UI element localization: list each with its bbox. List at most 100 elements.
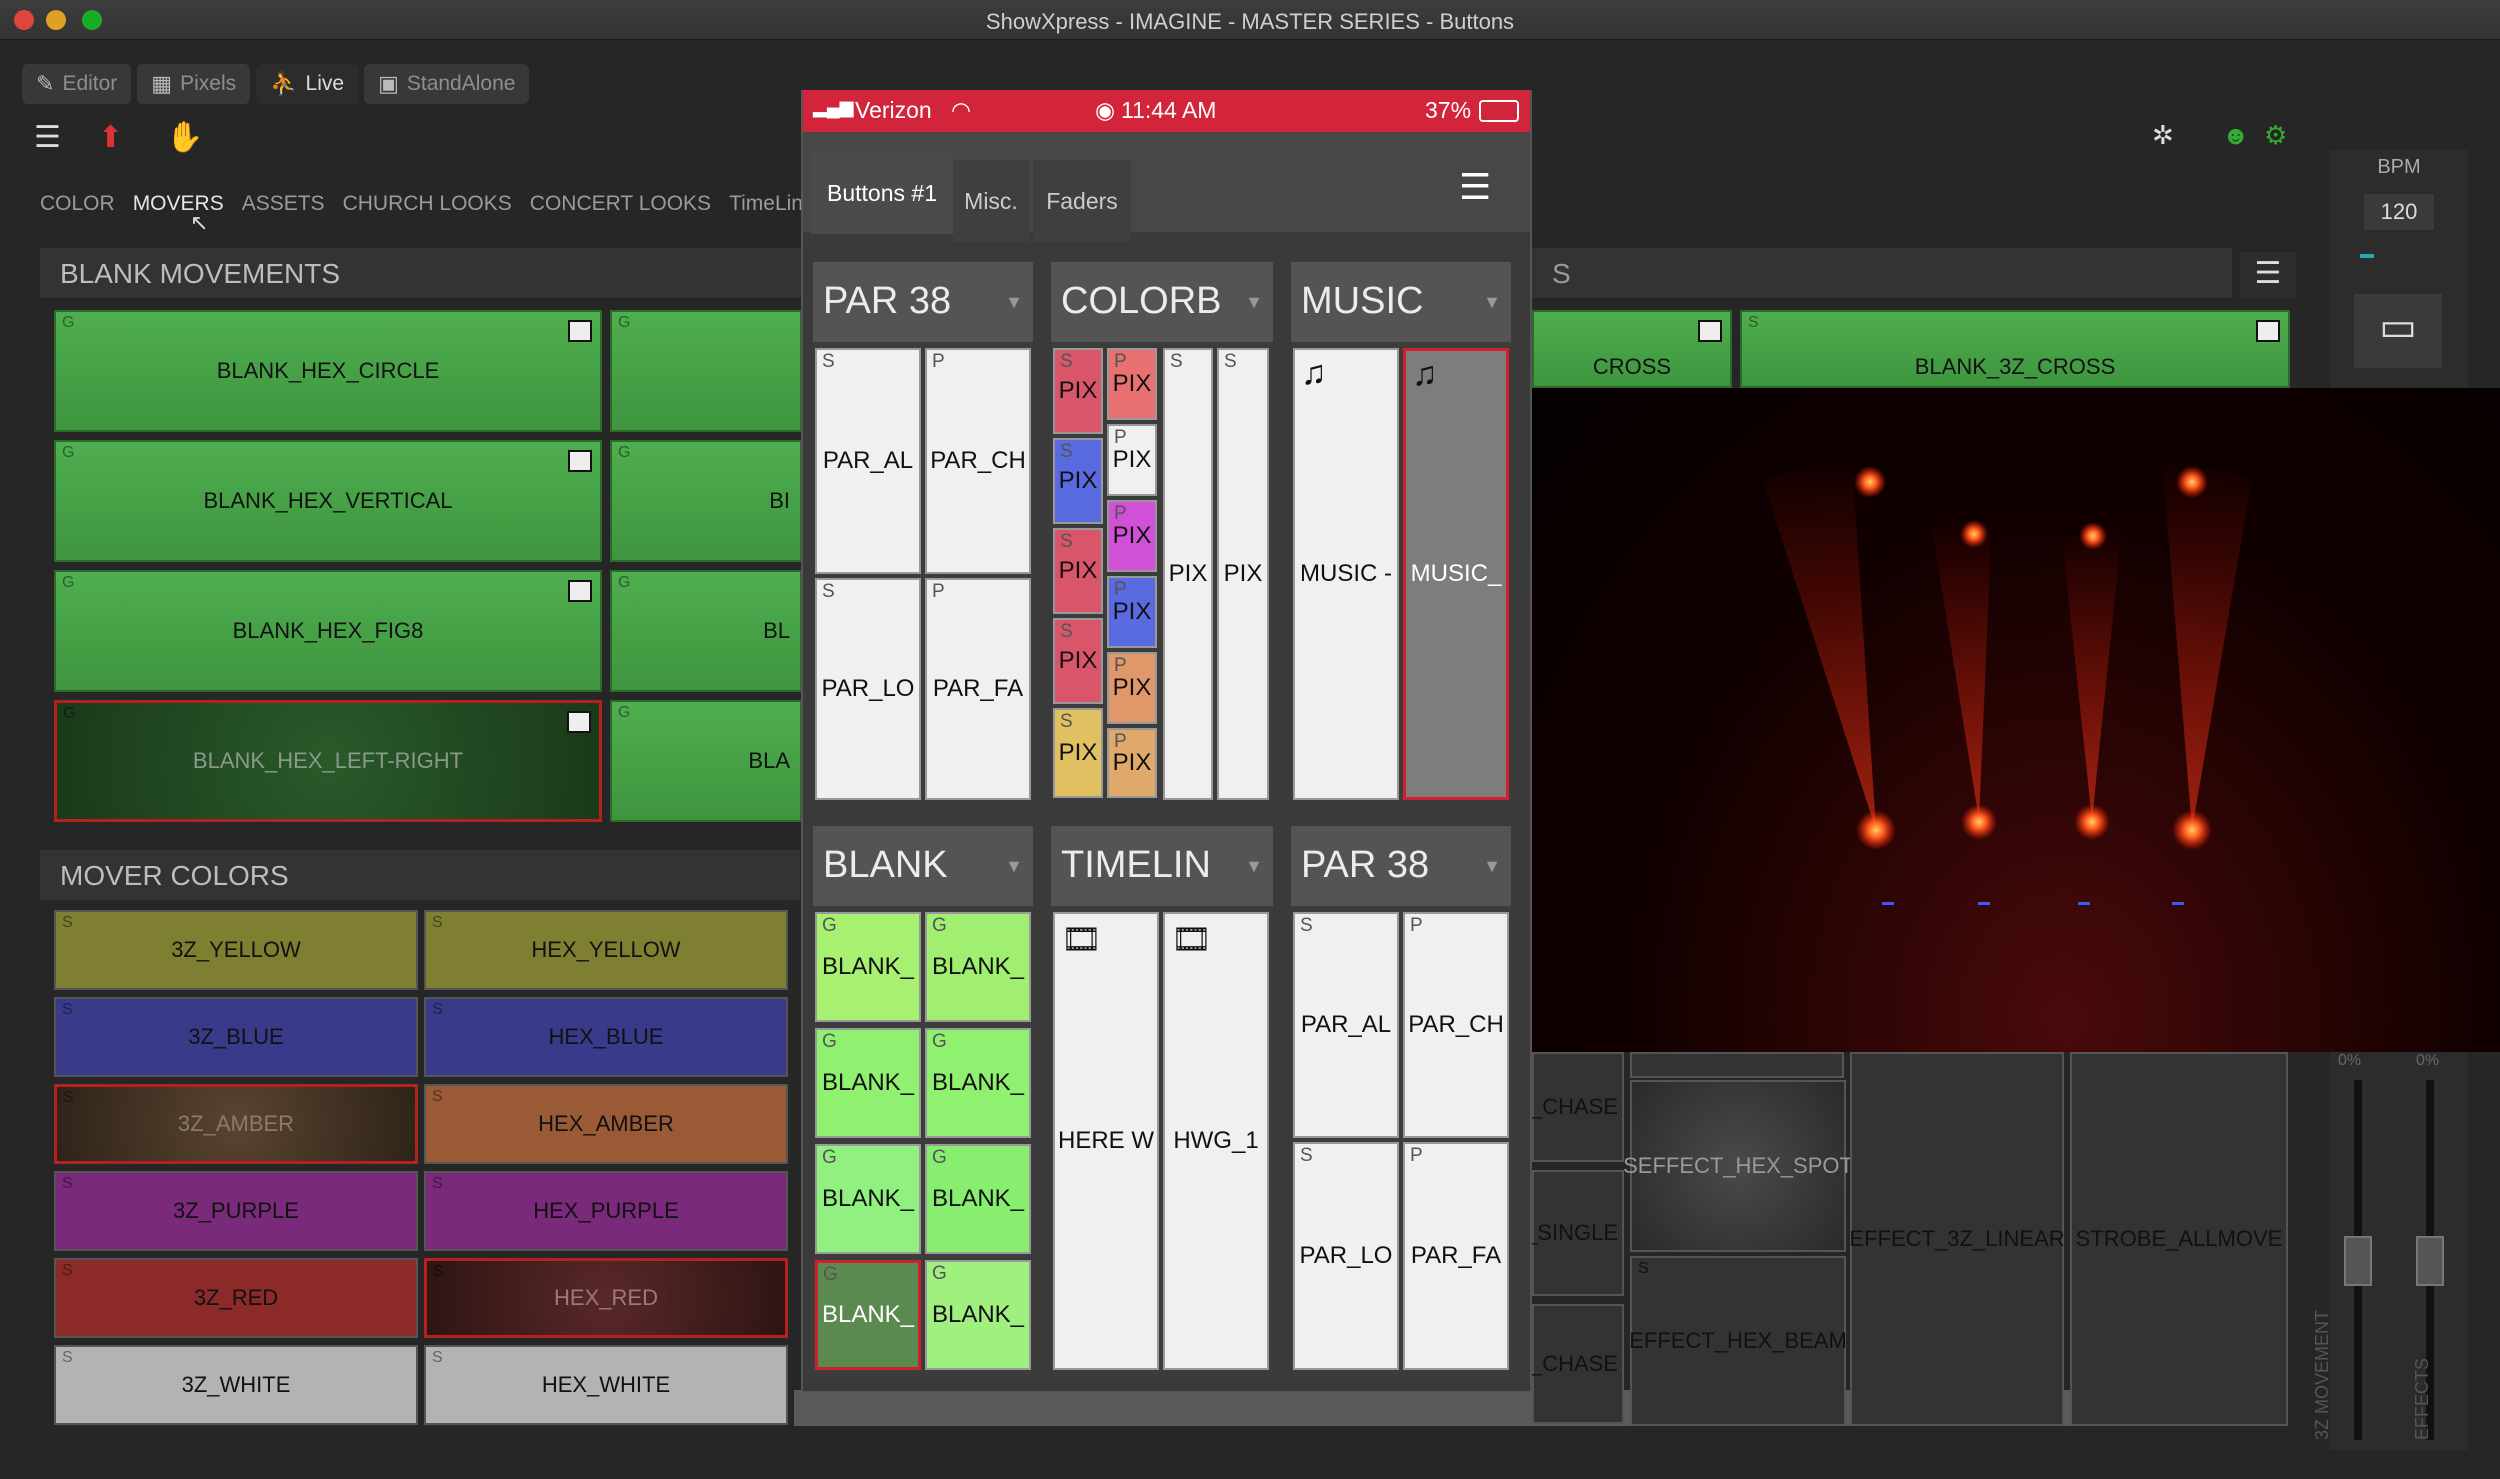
tab-movers[interactable]: MOVERS [133, 192, 224, 216]
effects-fader[interactable] [2416, 1236, 2444, 1286]
export-icon[interactable]: ⬆ [98, 120, 123, 155]
phone-button[interactable]: S PIX [1053, 618, 1103, 704]
checkbox-icon[interactable] [2256, 320, 2280, 342]
chevron-down-icon[interactable]: ▼ [1245, 856, 1263, 877]
color-button[interactable]: S 3Z_PURPLE [54, 1171, 418, 1251]
phone-button[interactable]: P PIX [1107, 728, 1157, 798]
phone-button[interactable]: S PAR_LO [1293, 1142, 1399, 1370]
scene-button[interactable]: G [610, 310, 802, 432]
mode-standalone[interactable]: ▣ StandAlone [364, 64, 530, 104]
menu-icon[interactable]: ☰ [2240, 252, 2296, 298]
effect-button[interactable]: S EFFECT_HEX_BEAM [1629, 1256, 1847, 1426]
phone-button[interactable]: 🎞 HWG_1 [1163, 912, 1269, 1370]
phone-button[interactable]: P PAR_FA [925, 578, 1031, 800]
phone-button[interactable]: ♫ MUSIC - [1293, 348, 1399, 800]
phone-button[interactable]: G BLANK_ [925, 912, 1031, 1022]
phone-button[interactable]: ♫ MUSIC_ [1403, 348, 1509, 800]
status-icon[interactable]: ☻ [2222, 120, 2249, 151]
scene-button[interactable]: G BLA [610, 700, 802, 822]
effect-button[interactable] [1630, 1052, 1844, 1078]
scene-button[interactable]: CROSS [1532, 310, 1732, 388]
chevron-down-icon[interactable]: ▼ [1005, 292, 1023, 313]
checkbox-icon[interactable] [1698, 320, 1722, 342]
chevron-down-icon[interactable]: ▼ [1483, 292, 1501, 313]
tab-color[interactable]: COLOR [40, 192, 115, 216]
scene-button[interactable]: G BLANK_HEX_FIG8 [54, 570, 602, 692]
color-button[interactable]: S HEX_WHITE [424, 1345, 788, 1425]
tab-buttons-1[interactable]: Buttons #1 [811, 152, 953, 234]
phone-button[interactable]: S PIX [1217, 348, 1269, 800]
color-button[interactable]: S 3Z_BLUE [54, 997, 418, 1077]
phone-button[interactable]: 🎞 HERE W [1053, 912, 1159, 1370]
checkbox-icon[interactable] [568, 320, 592, 342]
status-icon[interactable]: ⚙ [2264, 120, 2287, 151]
tab-faders[interactable]: Faders [1033, 160, 1131, 242]
menu-icon[interactable]: ☰ [34, 120, 61, 155]
mode-editor[interactable]: ✎ Editor [22, 64, 132, 104]
phone-button[interactable]: S PIX [1053, 348, 1103, 434]
chevron-down-icon[interactable]: ▼ [1005, 856, 1023, 877]
effect-button[interactable]: _CHASE [1530, 1304, 1624, 1424]
scene-button[interactable]: G BLANK_HEX_VERTICAL [54, 440, 602, 562]
scene-button[interactable]: S BLANK_3Z_CROSS [1740, 310, 2290, 388]
effect-button[interactable]: EFFECT_3Z_LINEAR [1849, 1052, 2065, 1426]
mode-pixels[interactable]: ▦ Pixels [137, 64, 251, 104]
phone-button[interactable]: G BLANK_ [925, 1260, 1031, 1370]
phone-button[interactable]: G BLANK_ [815, 1144, 921, 1254]
effect-button[interactable]: STROBE_ALLMOVE [2070, 1052, 2288, 1426]
effect-button[interactable]: _CHASE [1530, 1052, 1624, 1162]
phone-button[interactable]: P PAR_CH [1403, 912, 1509, 1138]
phone-button[interactable]: P PIX [1107, 652, 1157, 724]
phone-button[interactable]: G BLANK_ [925, 1028, 1031, 1138]
color-button[interactable]: S HEX_PURPLE [424, 1171, 788, 1251]
scene-button[interactable]: G BLANK_HEX_CIRCLE [54, 310, 602, 432]
color-button[interactable]: S 3Z_YELLOW [54, 910, 418, 990]
phone-button[interactable]: P PIX [1107, 500, 1157, 572]
hand-icon[interactable]: ✋ [166, 120, 203, 155]
phone-button[interactable]: S PAR_AL [1293, 912, 1399, 1138]
tab-church-looks[interactable]: CHURCH LOOKS [343, 192, 512, 216]
scene-button[interactable]: G BI [610, 440, 802, 562]
phone-button[interactable]: S PIX [1053, 708, 1103, 798]
chevron-down-icon[interactable]: ▼ [1245, 292, 1263, 313]
checkbox-icon[interactable] [567, 711, 591, 733]
bpm-input[interactable]: 120 [2364, 194, 2434, 230]
tap-tempo-button[interactable]: ▭ [2354, 294, 2442, 368]
phone-button[interactable]: S PIX [1053, 438, 1103, 524]
color-button[interactable]: S HEX_YELLOW [424, 910, 788, 990]
color-button[interactable]: S 3Z_WHITE [54, 1345, 418, 1425]
color-button[interactable]: S HEX_RED [424, 1258, 788, 1338]
phone-button[interactable]: G BLANK_ [815, 1028, 921, 1138]
scene-button[interactable]: G BLANK_HEX_LEFT-RIGHT [54, 700, 602, 822]
scene-button[interactable]: G BL [610, 570, 802, 692]
phone-button[interactable]: P PAR_FA [1403, 1142, 1509, 1370]
color-button[interactable]: S HEX_AMBER [424, 1084, 788, 1164]
phone-button[interactable]: S PIX [1163, 348, 1213, 800]
phone-button[interactable]: S PAR_LO [815, 578, 921, 800]
tab-concert-looks[interactable]: CONCERT LOOKS [530, 192, 711, 216]
menu-icon[interactable]: ☰ [1459, 166, 1491, 208]
checkbox-icon[interactable] [568, 580, 592, 602]
tab-misc[interactable]: Misc. [953, 160, 1029, 242]
phone-button[interactable]: G BLANK_ [815, 1260, 921, 1370]
phone-button[interactable]: P PAR_CH [925, 348, 1031, 574]
tab-assets[interactable]: ASSETS [242, 192, 325, 216]
phone-button[interactable]: S PIX [1053, 528, 1103, 614]
checkbox-icon[interactable] [568, 450, 592, 472]
color-button[interactable]: S 3Z_RED [54, 1258, 418, 1338]
phone-button[interactable]: G BLANK_ [815, 912, 921, 1022]
effect-button[interactable]: S EFFECT_HEX_SPOT [1623, 1080, 1853, 1252]
chevron-down-icon[interactable]: ▼ [1483, 856, 1501, 877]
phone-button[interactable]: P PIX [1107, 576, 1157, 648]
color-button[interactable]: S 3Z_AMBER [54, 1084, 418, 1164]
tab-timeline[interactable]: TimeLin [729, 192, 803, 216]
settings-icon[interactable]: ✲ [2152, 120, 2174, 151]
movement-fader[interactable] [2344, 1236, 2372, 1286]
effect-button[interactable]: _SINGLE [1525, 1170, 1624, 1296]
mode-live[interactable]: ⛹ Live [256, 64, 359, 104]
phone-button[interactable]: P PIX [1107, 348, 1157, 420]
phone-button[interactable]: G BLANK_ [925, 1144, 1031, 1254]
color-button[interactable]: S HEX_BLUE [424, 997, 788, 1077]
phone-button[interactable]: P PIX [1107, 424, 1157, 496]
phone-button[interactable]: S PAR_AL [815, 348, 921, 574]
